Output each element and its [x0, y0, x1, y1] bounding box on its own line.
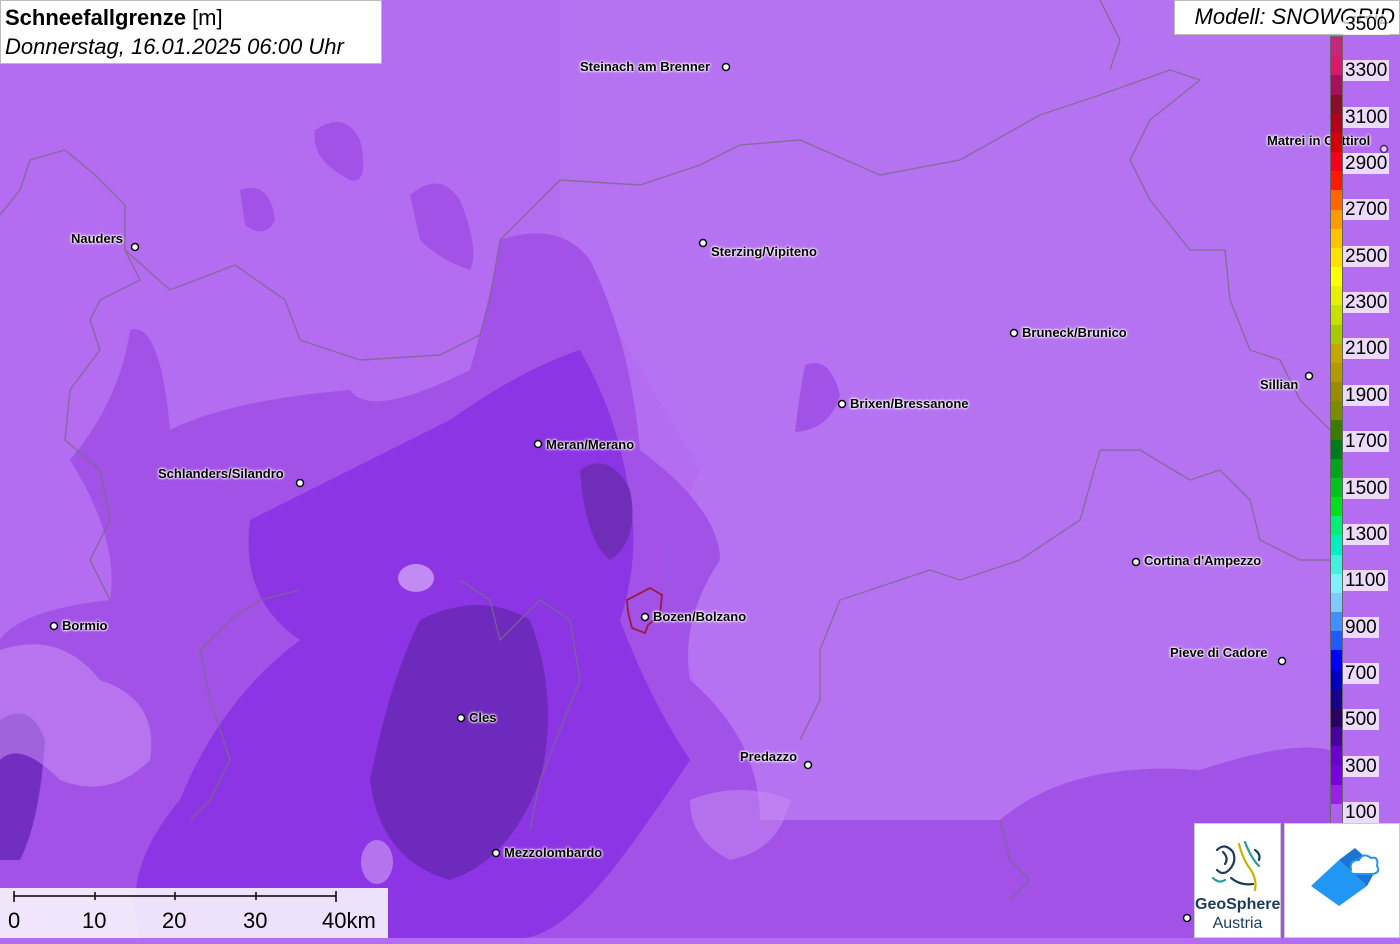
legend-label: 1500 [1343, 477, 1390, 499]
legend-color-step [1331, 324, 1342, 345]
city-label: Matrei in Osttirol [1267, 133, 1371, 148]
city-label: Bozen/Bolzano [653, 609, 747, 624]
legend-color-step [1331, 554, 1342, 575]
legend-color-step [1331, 37, 1342, 57]
legend-color-step [1331, 669, 1342, 690]
legend-color-step [1331, 401, 1342, 421]
legend-color-step [1331, 228, 1342, 249]
legend-color-step [1331, 267, 1342, 287]
legend-color-step [1331, 94, 1342, 115]
legend-label: 3300 [1343, 60, 1390, 82]
city-label: Mezzolombardo [504, 845, 603, 860]
legend-color-step [1331, 286, 1342, 306]
legend-color-step [1331, 362, 1342, 383]
legend-color-step [1331, 612, 1342, 632]
legend-label: 1300 [1343, 523, 1390, 545]
legend-color-step [1331, 113, 1342, 134]
city-label: Brixen/Bressanone [850, 396, 969, 411]
legend-label: 1900 [1343, 384, 1390, 406]
map-datetime: Donnerstag, 16.01.2025 06:00 Uhr [5, 34, 344, 59]
legend-color-step [1331, 247, 1342, 268]
legend-color-step [1331, 803, 1342, 823]
scale-label: 10 [82, 908, 107, 933]
cloud-diamond-icon [1311, 848, 1380, 906]
legend-label: 2700 [1343, 199, 1390, 221]
map-title: Schneefallgrenze [m] [5, 5, 223, 30]
city-label: Predazzo [740, 749, 798, 764]
city-label: Sterzing/Vipiteno [711, 244, 817, 259]
city-label: Cles [469, 710, 497, 725]
legend-color-step [1331, 152, 1342, 172]
scale-label: 20 [162, 908, 187, 933]
legend-label: 700 [1343, 662, 1379, 684]
legend-color-step [1331, 631, 1342, 651]
legend-label: 900 [1343, 616, 1379, 638]
geosphere-country: Austria [1212, 915, 1263, 932]
city-label: Schlanders/Silandro [158, 466, 284, 481]
legend-color-step [1331, 592, 1342, 613]
scale-label: 40km [322, 908, 376, 933]
legend-color-step [1331, 382, 1342, 402]
legend-color-step [1331, 305, 1342, 326]
legend-color-step [1331, 171, 1342, 191]
legend-color-step [1331, 439, 1342, 460]
legend-label: 300 [1343, 755, 1379, 777]
city-label: Steinach am Brenner [580, 59, 711, 74]
legend-color-step [1331, 516, 1342, 536]
legend-color-step [1331, 477, 1342, 498]
legend-label: 3100 [1343, 106, 1390, 128]
legend-color-step [1331, 56, 1342, 76]
city-label: Bruneck/Brunico [1022, 325, 1127, 340]
legend-label: 2900 [1343, 153, 1390, 175]
scale-label: 30 [243, 908, 268, 933]
legend-color-step [1331, 727, 1342, 747]
city-label: Pieve di Cadore [1170, 645, 1268, 660]
city-label: Nauders [71, 231, 124, 246]
legend-label: 1100 [1343, 570, 1388, 592]
legend-color-step [1331, 535, 1342, 556]
legend-color-step [1331, 343, 1342, 364]
legend-color-step [1331, 573, 1342, 594]
legend-color-step [1331, 746, 1342, 766]
legend-color-step [1331, 420, 1342, 441]
legend-color-step [1331, 707, 1342, 728]
legend-color-step [1331, 75, 1342, 95]
legend-label: 1700 [1343, 431, 1390, 453]
geosphere-icon [1211, 840, 1261, 892]
legend-color-step [1331, 784, 1342, 805]
geosphere-name: GeoSphere [1195, 896, 1281, 913]
city-label: Sillian [1260, 377, 1299, 392]
partner-logo[interactable] [1284, 823, 1400, 938]
legend-colorbar [1330, 36, 1343, 824]
legend-label: 500 [1343, 709, 1379, 731]
legend-label: 2300 [1343, 292, 1390, 314]
legend-color-step [1331, 209, 1342, 230]
legend-label: 2100 [1343, 338, 1390, 360]
legend-color-step [1331, 650, 1342, 671]
legend-color-step [1331, 190, 1342, 211]
scale-label: 0 [8, 908, 21, 933]
map-title-box: Schneefallgrenze [m] Donnerstag, 16.01.2… [0, 0, 382, 64]
legend-color-step [1331, 765, 1342, 786]
legend-label: 100 [1343, 802, 1379, 823]
legend-label: 3500 [1343, 14, 1390, 35]
legend-color-step [1331, 497, 1342, 517]
city-label: Meran/Merano [546, 437, 635, 452]
city-label: Cortina d'Ampezzo [1144, 553, 1262, 568]
legend-color-step [1331, 688, 1342, 709]
legend-color-step [1331, 132, 1342, 153]
geosphere-logo[interactable]: GeoSphere Austria [1194, 823, 1281, 938]
city-label: Bormio [62, 618, 108, 633]
legend-label: 2500 [1343, 245, 1390, 267]
legend-color-step [1331, 458, 1342, 479]
